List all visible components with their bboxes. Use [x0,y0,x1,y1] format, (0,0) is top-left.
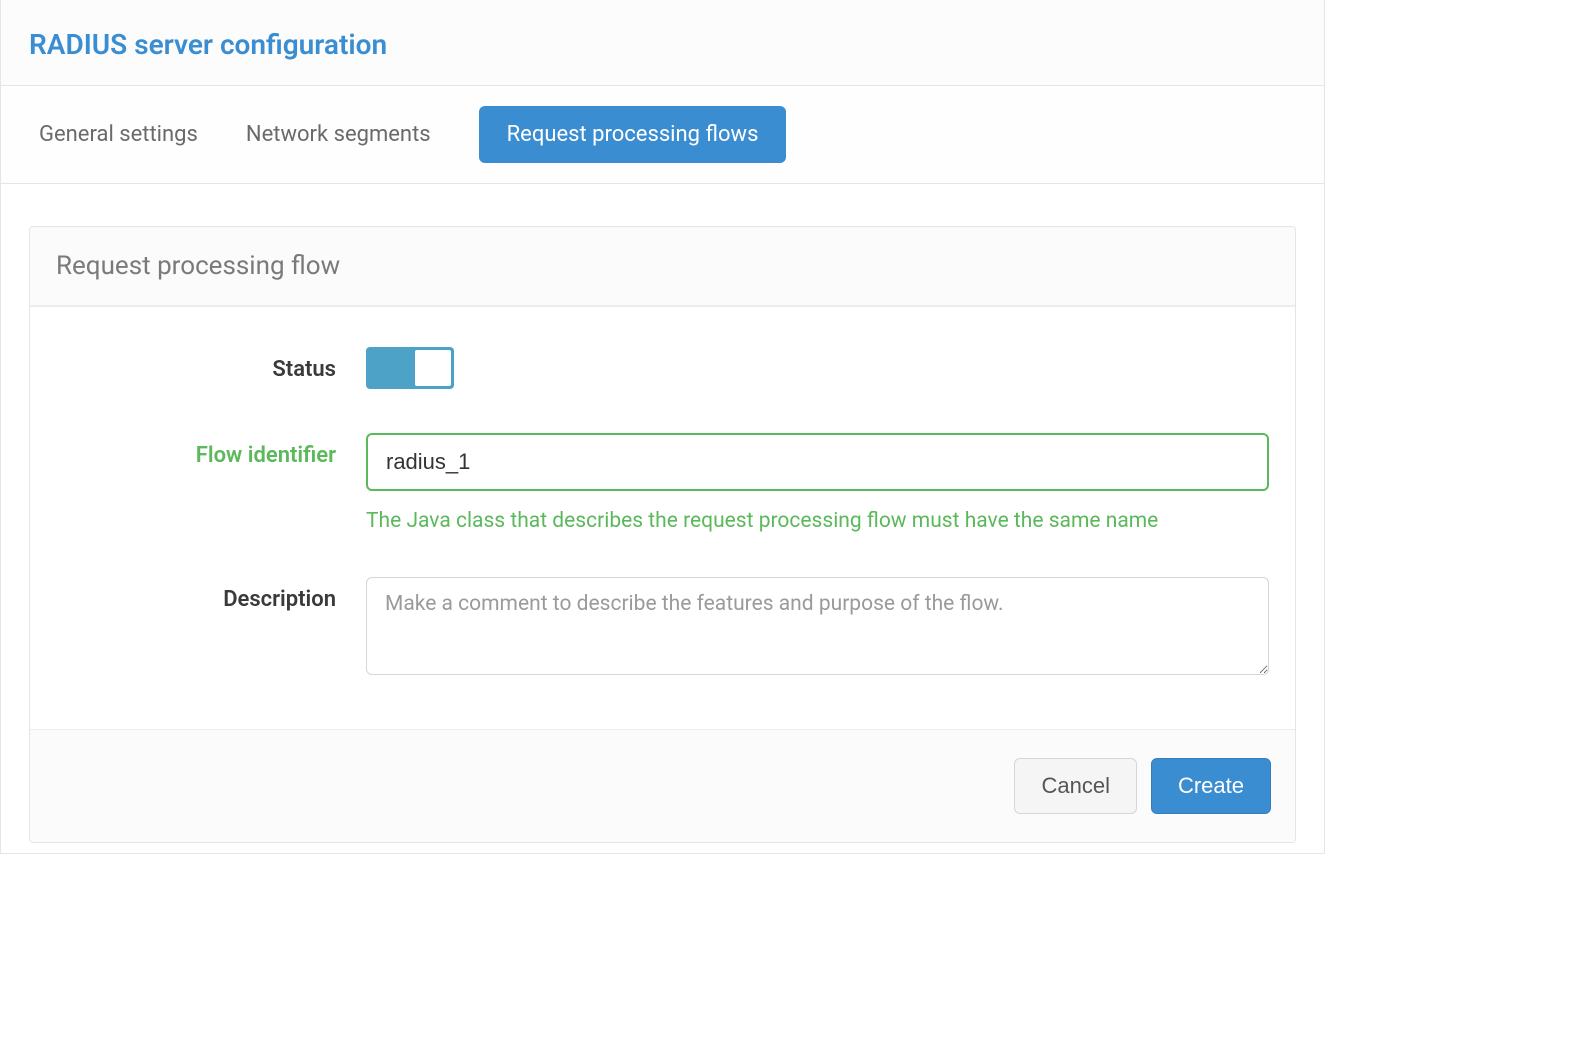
flow-identifier-label: Flow identifier [56,433,366,468]
content-area: Request processing flow Status Flow iden… [1,184,1324,853]
status-toggle[interactable] [366,347,454,389]
tab-network-segments[interactable]: Network segments [246,114,431,155]
cancel-button[interactable]: Cancel [1014,758,1136,814]
tab-general-settings[interactable]: General settings [39,114,198,155]
flow-identifier-help: The Java class that describes the reques… [366,509,1269,533]
form-row-description: Description [56,577,1269,679]
flow-identifier-input[interactable] [366,433,1269,491]
page-container: RADIUS server configuration General sett… [0,0,1325,854]
flow-identifier-control-wrap: The Java class that describes the reques… [366,433,1269,533]
description-textarea[interactable] [366,577,1269,675]
panel-footer: Cancel Create [30,729,1295,842]
tabs-bar: General settings Network segments Reques… [1,86,1324,184]
panel-body: Status Flow identifier The Java class th… [30,307,1295,729]
description-label: Description [56,577,366,612]
page-title: RADIUS server configuration [29,28,1296,61]
panel-title: Request processing flow [30,227,1295,307]
status-control-wrap [366,347,1269,389]
toggle-knob [415,350,451,386]
form-row-status: Status [56,347,1269,389]
form-row-flow-identifier: Flow identifier The Java class that desc… [56,433,1269,533]
panel-request-processing-flow: Request processing flow Status Flow iden… [29,226,1296,843]
page-header: RADIUS server configuration [1,0,1324,86]
status-label: Status [56,347,366,382]
create-button[interactable]: Create [1151,758,1271,814]
description-control-wrap [366,577,1269,679]
tab-request-processing-flows[interactable]: Request processing flows [479,106,787,163]
